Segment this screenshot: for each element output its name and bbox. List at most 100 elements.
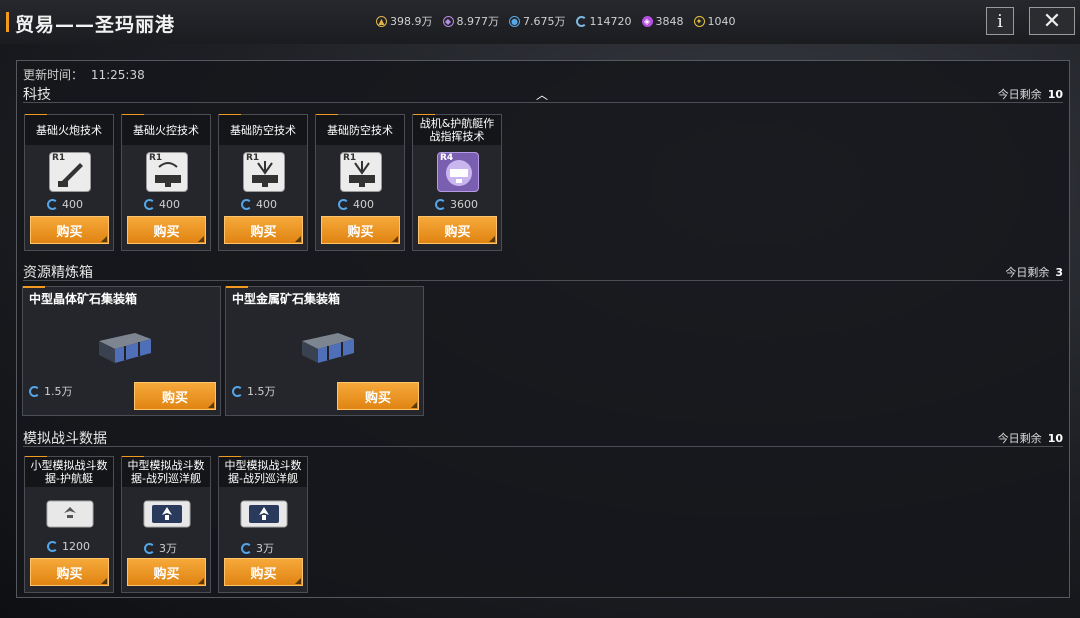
remaining-count-tech: 今日剩余 10 bbox=[998, 86, 1063, 102]
refresh-currency-icon bbox=[144, 542, 155, 554]
crystal-icon: ◆ bbox=[442, 15, 454, 27]
container-box-icon bbox=[95, 327, 155, 367]
resource-deuterium: ● 7.675万 bbox=[509, 13, 566, 29]
refresh-currency-icon bbox=[144, 199, 155, 210]
price-row: 400 bbox=[144, 198, 180, 211]
title-accent-bar bbox=[6, 12, 9, 32]
item-name: 基础防空技术 bbox=[316, 115, 404, 145]
buy-button[interactable]: 购买 bbox=[321, 216, 400, 244]
medal-icon: ✦ bbox=[693, 15, 705, 27]
price-row: 3600 bbox=[435, 198, 478, 211]
item-name: 基础火炮技术 bbox=[25, 115, 113, 145]
refresh-currency-icon bbox=[29, 385, 40, 397]
rank-badge: R1 bbox=[246, 153, 260, 163]
section-title-tech: 科技 bbox=[23, 87, 51, 103]
item-name: 中型晶体矿石集装箱 bbox=[29, 291, 138, 306]
price-row: 1200 bbox=[47, 540, 90, 553]
refresh-currency-icon bbox=[435, 199, 446, 210]
item-name: 基础火控技术 bbox=[122, 115, 210, 145]
section-header-sim: 模拟战斗数据 今日剩余 10 bbox=[23, 427, 1063, 447]
section-header-boxes: 资源精炼箱 今日剩余 3 bbox=[23, 261, 1063, 281]
price-value: 3万 bbox=[256, 542, 274, 555]
artillery-tech-icon: R1 bbox=[49, 152, 91, 192]
item-name: 中型金属矿石集装箱 bbox=[232, 291, 341, 306]
remaining-label: 今日剩余 bbox=[1005, 266, 1050, 279]
gold-coin-icon: ▲ bbox=[376, 15, 387, 27]
price-value: 3万 bbox=[159, 542, 177, 555]
resource-crystal: ◆ 8.977万 bbox=[442, 13, 500, 29]
buy-button[interactable]: 购买 bbox=[30, 216, 109, 244]
update-time-value: 11:25:38 bbox=[90, 68, 145, 82]
item-name: 中型模拟战斗数据-战列巡洋舰 bbox=[122, 457, 210, 487]
buy-button[interactable]: 购买 bbox=[224, 558, 303, 586]
close-button[interactable]: ✕ bbox=[1029, 7, 1075, 35]
shop-item-card: 中型模拟战斗数据-战列巡洋舰 3万 购买 bbox=[218, 456, 308, 593]
page-title: 贸易——圣玛丽港 bbox=[15, 14, 176, 36]
remaining-value: 3 bbox=[1055, 266, 1063, 279]
price-row: 1.5万 bbox=[29, 383, 73, 399]
refresh-currency-icon bbox=[575, 15, 587, 27]
anti-air-tech-icon: R1 bbox=[340, 152, 382, 192]
fighter-command-tech-icon: R4 bbox=[437, 152, 479, 192]
shop-item-card: 基础火炮技术 R1 400 购买 bbox=[24, 114, 114, 251]
remaining-label: 今日剩余 bbox=[997, 432, 1042, 445]
shop-item-card: 小型模拟战斗数据-护航艇 1200 购买 bbox=[24, 456, 114, 593]
price-row: 3万 bbox=[241, 540, 274, 556]
price-value: 1.5万 bbox=[44, 385, 73, 398]
rank-badge: R1 bbox=[343, 153, 357, 163]
info-button[interactable]: i bbox=[986, 7, 1014, 35]
rank-badge: R1 bbox=[52, 153, 66, 163]
remaining-count-boxes: 今日剩余 3 bbox=[1005, 264, 1063, 280]
sim-data-card-icon bbox=[142, 497, 192, 531]
item-name: 基础防空技术 bbox=[219, 115, 307, 145]
refresh-currency-icon bbox=[338, 199, 349, 210]
rank-badge: R1 bbox=[149, 153, 163, 163]
price-row: 1.5万 bbox=[232, 383, 276, 399]
shop-item-card: 基础防空技术 R1 400 购买 bbox=[218, 114, 308, 251]
item-name: 小型模拟战斗数据-护航艇 bbox=[25, 457, 113, 487]
refresh-currency-icon bbox=[47, 199, 58, 210]
price-value: 400 bbox=[256, 198, 277, 211]
container-box-icon bbox=[298, 327, 358, 367]
deuterium-icon: ● bbox=[509, 15, 520, 27]
item-name: 战机&护航艇作战指挥技术 bbox=[413, 115, 501, 145]
buy-button[interactable]: 购买 bbox=[30, 558, 109, 586]
price-value: 1200 bbox=[62, 540, 90, 553]
price-row: 3万 bbox=[144, 540, 177, 556]
price-value: 3600 bbox=[450, 198, 478, 211]
buy-button[interactable]: 购买 bbox=[127, 216, 206, 244]
price-value: 400 bbox=[353, 198, 374, 211]
buy-button[interactable]: 购买 bbox=[134, 382, 216, 410]
refresh-currency-icon bbox=[241, 542, 252, 554]
rank-badge: R4 bbox=[440, 153, 454, 163]
resource-refresh-value: 114720 bbox=[589, 14, 632, 28]
top-bar: 贸易——圣玛丽港 ▲ 398.9万 ◆ 8.977万 ● 7.675万 1147… bbox=[0, 0, 1080, 44]
shop-item-card: 战机&护航艇作战指挥技术 R4 3600 购买 bbox=[412, 114, 502, 251]
sim-data-card-icon bbox=[239, 497, 289, 531]
refresh-currency-icon bbox=[232, 385, 243, 397]
resource-refresh: 114720 bbox=[575, 13, 632, 29]
anti-air-tech-icon: R1 bbox=[243, 152, 285, 192]
price-value: 1.5万 bbox=[247, 385, 276, 398]
remaining-value: 10 bbox=[1047, 432, 1063, 445]
resource-crystal-value: 8.977万 bbox=[456, 15, 500, 28]
buy-button[interactable]: 购买 bbox=[127, 558, 206, 586]
resource-gem: ◈ 3848 bbox=[641, 13, 684, 29]
price-value: 400 bbox=[159, 198, 180, 211]
section-header-tech: 科技 今日剩余 10 bbox=[23, 83, 1063, 103]
buy-button[interactable]: 购买 bbox=[224, 216, 303, 244]
section-title-boxes: 资源精炼箱 bbox=[23, 265, 93, 281]
buy-button[interactable]: 购买 bbox=[418, 216, 497, 244]
trade-panel: 更新时间： 11:25:38 ︿ 科技 今日剩余 10 基础火炮技术 R1 400… bbox=[16, 60, 1070, 598]
remaining-count-sim: 今日剩余 10 bbox=[998, 430, 1063, 446]
resource-gem-value: 3848 bbox=[655, 14, 684, 28]
resource-medal: ✦ 1040 bbox=[693, 13, 736, 29]
remaining-value: 10 bbox=[1047, 88, 1063, 101]
section-title-sim: 模拟战斗数据 bbox=[23, 431, 107, 447]
purple-gem-icon: ◈ bbox=[641, 15, 653, 27]
resource-deuterium-value: 7.675万 bbox=[523, 15, 566, 28]
buy-button[interactable]: 购买 bbox=[337, 382, 419, 410]
resource-medal-value: 1040 bbox=[707, 14, 736, 28]
info-icon: i bbox=[997, 10, 1003, 32]
refresh-currency-icon bbox=[47, 541, 58, 552]
